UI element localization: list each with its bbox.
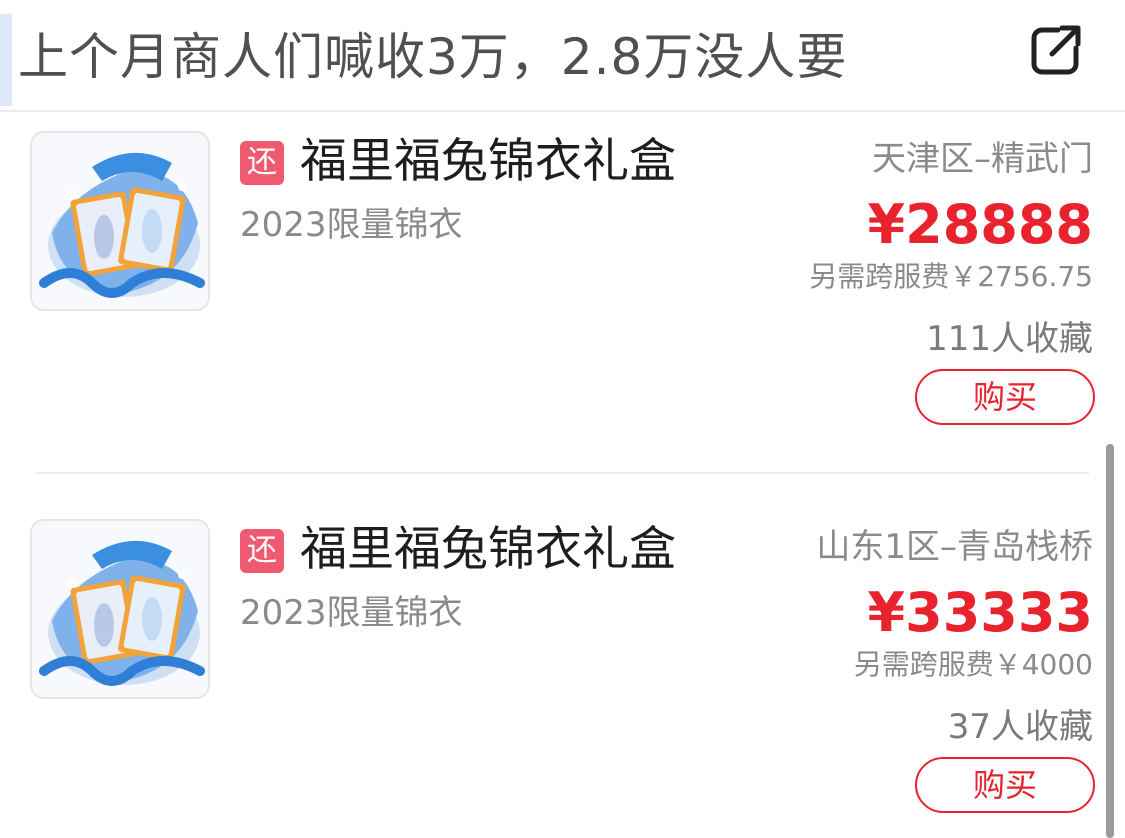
server-name: 天津区–精武门 bbox=[872, 139, 1093, 179]
trade-listing-page: 上个月商人们喊收3万，2.8万没人要 还 福里福兔锦衣礼盒 2023限量锦衣 天… bbox=[0, 0, 1125, 838]
cross-server-fee: 另需跨服费￥2756.75 bbox=[809, 260, 1093, 293]
item-price: ¥33333 bbox=[867, 581, 1093, 644]
favorite-count: 37人收藏 bbox=[947, 707, 1093, 747]
header-bar: 上个月商人们喊收3万，2.8万没人要 bbox=[0, 0, 1125, 112]
server-name: 山东1区–青岛栈桥 bbox=[816, 527, 1093, 567]
buy-button[interactable]: 购买 bbox=[915, 369, 1095, 425]
return-badge: 还 bbox=[240, 529, 284, 573]
rabbit-gift-box-icon bbox=[30, 519, 210, 699]
favorite-count: 111人收藏 bbox=[926, 319, 1093, 359]
scrollbar[interactable] bbox=[1106, 444, 1114, 838]
return-badge: 还 bbox=[240, 141, 284, 185]
header-accent-bar bbox=[0, 14, 12, 106]
listing-item[interactable]: 还 福里福兔锦衣礼盒 2023限量锦衣 天津区–精武门 ¥28888 另需跨服费… bbox=[0, 131, 1125, 491]
share-external-icon[interactable] bbox=[1028, 22, 1084, 78]
buy-button[interactable]: 购买 bbox=[915, 757, 1095, 813]
listing-divider bbox=[36, 472, 1089, 474]
item-title: 福里福兔锦衣礼盒 bbox=[300, 134, 676, 189]
listing-item[interactable]: 还 福里福兔锦衣礼盒 2023限量锦衣 山东1区–青岛栈桥 ¥33333 另需跨… bbox=[0, 519, 1125, 838]
item-price: ¥28888 bbox=[867, 193, 1093, 256]
cross-server-fee: 另需跨服费￥4000 bbox=[853, 648, 1093, 681]
item-title: 福里福兔锦衣礼盒 bbox=[300, 522, 676, 577]
rabbit-gift-box-icon bbox=[30, 131, 210, 311]
item-subtitle: 2023限量锦衣 bbox=[240, 593, 463, 633]
page-title: 上个月商人们喊收3万，2.8万没人要 bbox=[18, 28, 848, 86]
item-subtitle: 2023限量锦衣 bbox=[240, 205, 463, 245]
